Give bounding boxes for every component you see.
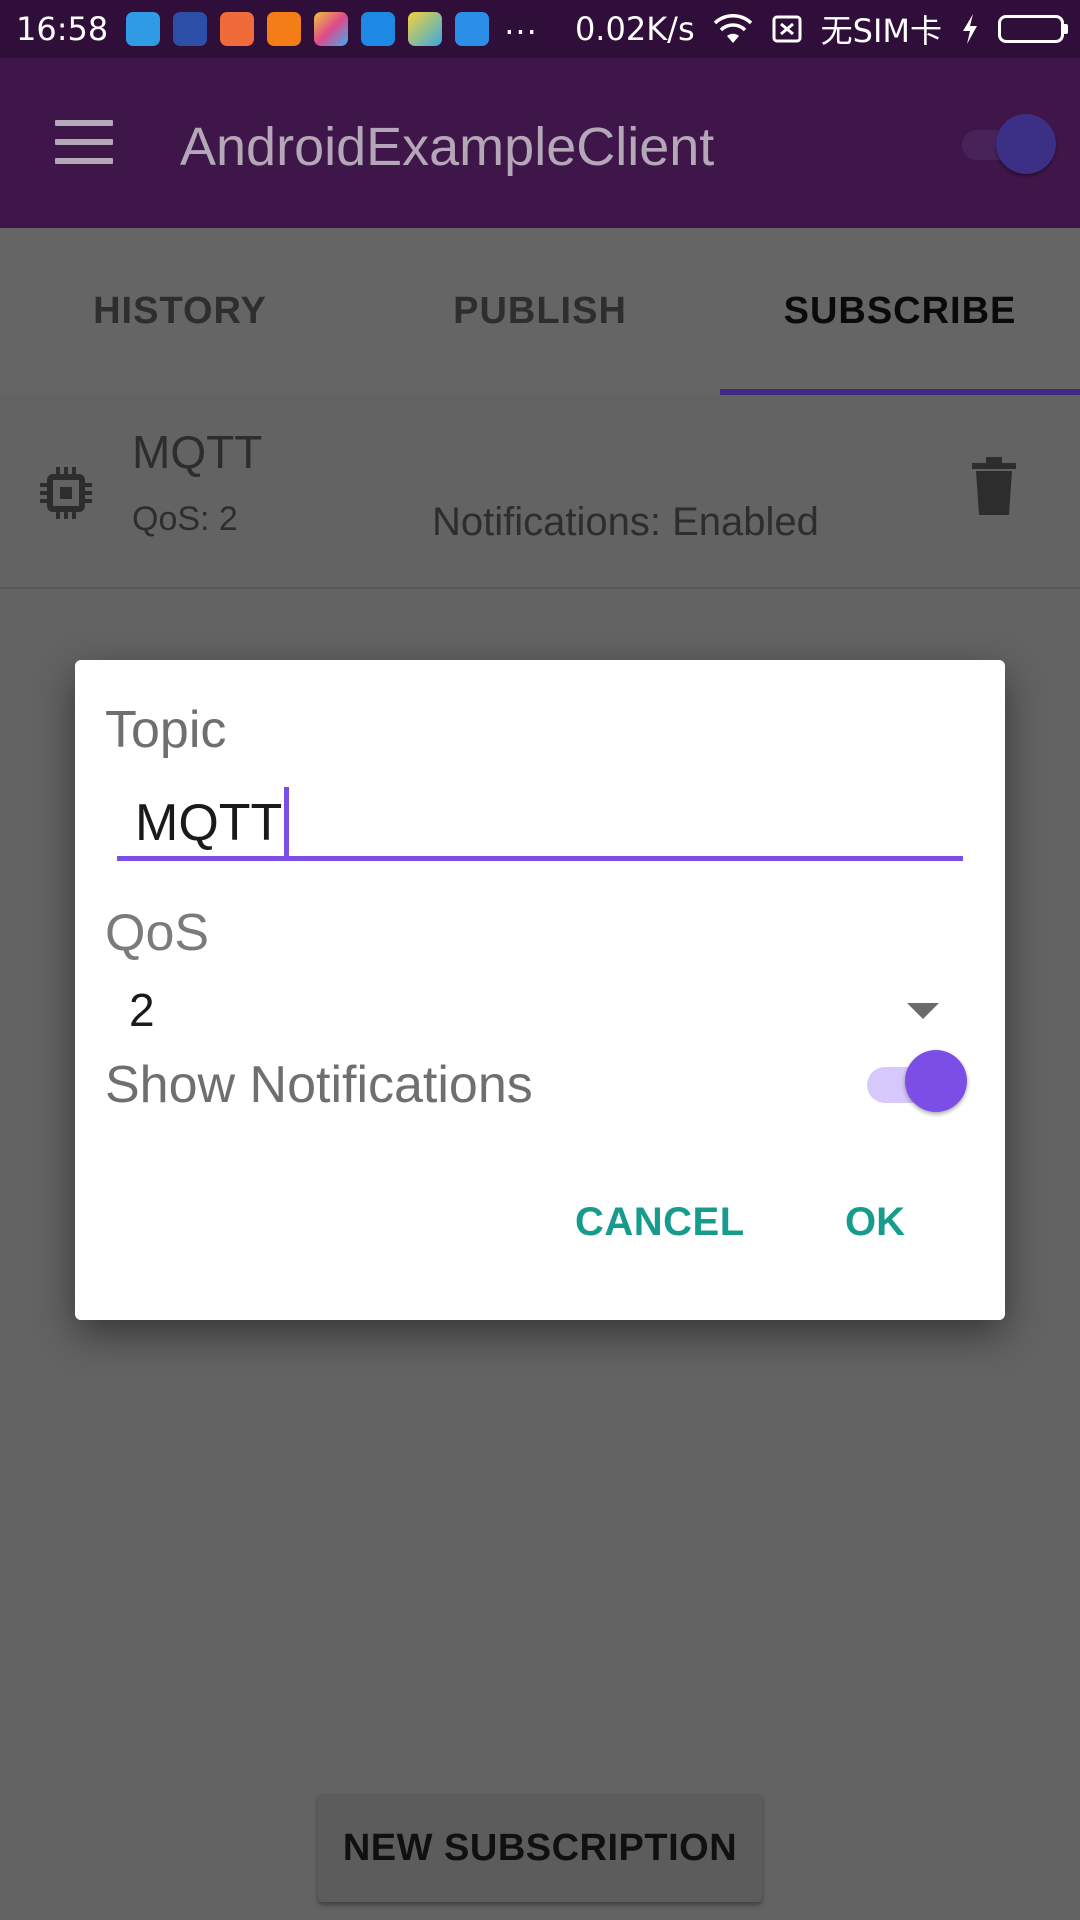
net-speed: 0.02K/s <box>574 10 695 48</box>
app-title: AndroidExampleClient <box>180 117 715 177</box>
status-right: 0.02K/s 无SIM卡 <box>574 6 1068 52</box>
tab-subscribe[interactable]: SUBSCRIBE <box>720 228 1080 395</box>
battery-icon <box>998 15 1068 43</box>
wifi-icon <box>713 14 752 43</box>
show-notifications-label: Show Notifications <box>105 1056 533 1114</box>
charging-icon <box>963 14 977 44</box>
mi-store-icon <box>220 12 255 46</box>
news-app-icon <box>173 12 208 46</box>
usb-icon <box>126 12 161 46</box>
status-time: 16:58 <box>16 10 109 48</box>
dropdown-arrow-icon <box>907 1003 939 1019</box>
tab-history[interactable]: HISTORY <box>0 228 360 395</box>
chart-app-icon <box>361 12 396 46</box>
connection-toggle[interactable] <box>960 114 1056 174</box>
telegram-icon <box>408 12 443 46</box>
topic-input-value: MQTT <box>135 785 289 861</box>
qos-label: QoS <box>105 904 210 962</box>
subscription-notifications: Notifications: Enabled <box>432 500 819 544</box>
notification-icons: ... <box>126 4 538 48</box>
subscribe-dialog: Topic MQTT QoS 2 Show Notifications CANC… <box>75 660 1005 1320</box>
sim-status: 无SIM卡 <box>820 12 942 50</box>
qos-dropdown[interactable]: 2 <box>117 975 963 1045</box>
blue-app-icon <box>455 12 490 46</box>
topic-label: Topic <box>105 701 227 759</box>
gallery-app-icon <box>314 12 349 46</box>
cancel-button[interactable]: CANCEL <box>575 1200 745 1245</box>
app-bar: AndroidExampleClient <box>0 58 1080 228</box>
subscription-row[interactable]: MQTT QoS: 2 Notifications: Enabled <box>0 395 1080 589</box>
chip-icon <box>40 467 92 519</box>
trash-icon[interactable] <box>970 457 1018 515</box>
subscription-qos: QoS: 2 <box>132 500 238 538</box>
more-notifications-indicator: ... <box>504 4 538 42</box>
new-subscription-button[interactable]: NEW SUBSCRIPTION <box>318 1794 762 1902</box>
reader-app-icon <box>267 12 302 46</box>
show-notifications-toggle[interactable] <box>865 1050 975 1114</box>
topic-input[interactable]: MQTT <box>117 785 963 861</box>
menu-icon[interactable] <box>55 120 113 164</box>
status-bar: 16:58 ... 0.02K/s 无SIM卡 <box>0 0 1080 58</box>
tab-publish[interactable]: PUBLISH <box>360 228 720 395</box>
tab-bar: HISTORY PUBLISH SUBSCRIBE <box>0 228 1080 395</box>
no-sim-icon <box>772 15 802 43</box>
subscription-topic: MQTT <box>132 426 263 478</box>
ok-button[interactable]: OK <box>845 1200 905 1245</box>
qos-selected-value: 2 <box>129 984 155 1036</box>
